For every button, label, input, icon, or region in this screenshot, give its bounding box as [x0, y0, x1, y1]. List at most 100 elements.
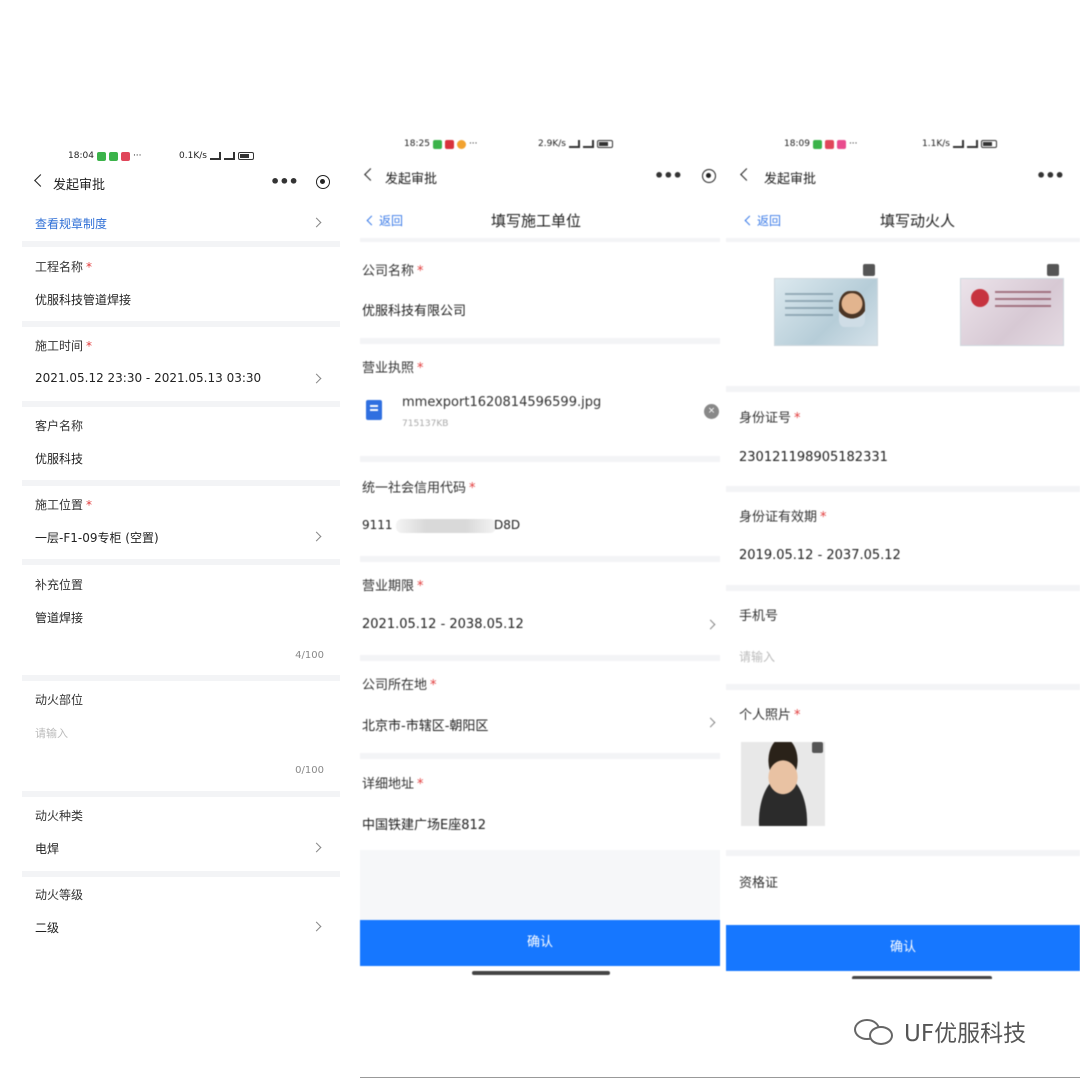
delete-image-icon[interactable]: [812, 742, 823, 753]
mini-program-capsule: •••: [654, 164, 716, 188]
fire-area-textarea[interactable]: 请输入: [35, 725, 68, 741]
sub-header: 返回 填写施工单位: [360, 200, 720, 240]
divider: [22, 480, 340, 486]
file-doc-icon: [366, 400, 382, 420]
card-text-lines: [995, 291, 1051, 309]
approval-form-screen: 18:04 ··· 0.1K/s 发起审批 ••• 查看规章制度 工程名称 * 优…: [22, 140, 340, 960]
business-term-value: 2021.05.12 - 2038.05.12: [362, 617, 524, 632]
rules-link-label: 查看规章制度: [35, 217, 108, 231]
more-notifications: ···: [132, 151, 142, 161]
divider: [22, 401, 340, 407]
field-label: 详细地址 *: [362, 777, 424, 792]
credit-code-prefix[interactable]: 9111: [362, 518, 393, 532]
personal-photo-image[interactable]: [741, 742, 825, 826]
close-miniprogram-icon[interactable]: [315, 175, 330, 189]
phone-input[interactable]: 请输入: [739, 648, 775, 665]
divider: [360, 238, 720, 242]
redacted-area: [396, 519, 496, 533]
card-text-lines: [785, 293, 833, 321]
chevron-right-icon: [311, 531, 322, 542]
customer-name-value[interactable]: 优服科技: [35, 450, 83, 467]
chevron-right-icon: [311, 217, 322, 228]
network-speed: 1.1K/s: [922, 139, 950, 149]
network-speed: 2.9K/s: [538, 139, 566, 149]
nav-title: 发起审批: [385, 172, 438, 187]
back-icon[interactable]: [740, 168, 753, 181]
chevron-right-icon: [311, 373, 322, 384]
delete-image-icon[interactable]: [1047, 264, 1059, 276]
fire-operator-screen: 18:09 ··· 1.1K/s 发起审批 ••• 返回 填写动火人 身份证号 …: [726, 128, 1080, 979]
signal-icon: [952, 140, 964, 148]
signal-icon: [209, 152, 221, 160]
divider: [726, 684, 1080, 690]
char-counter: 0/100: [295, 765, 324, 776]
detail-address-value[interactable]: 中国铁建广场E座812: [362, 814, 486, 833]
back-icon[interactable]: [34, 174, 47, 187]
field-label: 补充位置: [35, 578, 84, 592]
confirm-button[interactable]: 确认: [726, 925, 1080, 971]
wechat-icon: [852, 1015, 896, 1047]
status-time: 18:25: [404, 139, 430, 149]
mini-program-capsule: •••: [270, 170, 330, 194]
status-time: 18:04: [68, 151, 94, 161]
nav-bar: 发起审批 •••: [360, 164, 720, 188]
divider: [360, 338, 720, 344]
card-portrait: [839, 291, 865, 327]
national-emblem: [971, 289, 989, 307]
construction-location-value: 一层-F1-09专柜 (空置): [35, 531, 159, 545]
status-bar: 18:25 ··· 2.9K/s: [360, 128, 720, 158]
page-title: 填写施工单位: [491, 212, 582, 230]
signal-icon: [966, 140, 978, 148]
id-number-value[interactable]: 230121198905182331: [739, 450, 888, 465]
wechat-notification-icon: [108, 151, 118, 161]
field-label: 客户名称: [35, 419, 84, 433]
divider: [360, 753, 720, 759]
construction-time-value: 2021.05.12 23:30 - 2021.05.13 03:30: [35, 371, 262, 385]
status-time: 18:09: [784, 139, 810, 149]
network-speed: 0.1K/s: [179, 151, 207, 161]
field-label: 公司所在地 *: [362, 678, 437, 693]
extra-location-textarea[interactable]: 管道焊接: [35, 609, 83, 626]
field-label: 营业执照 *: [362, 361, 424, 376]
battery-icon: [980, 140, 997, 148]
field-label: 公司名称 *: [362, 264, 424, 279]
more-icon[interactable]: •••: [1036, 168, 1065, 184]
company-name-value[interactable]: 优服科技有限公司: [362, 300, 466, 319]
divider: [22, 871, 340, 877]
credit-code-suffix: D8D: [494, 518, 521, 532]
fire-level-value: 二级: [35, 921, 60, 935]
id-card-back-image[interactable]: [960, 278, 1064, 346]
field-label: 个人照片 *: [739, 708, 801, 723]
divider: [360, 655, 720, 661]
remove-file-icon[interactable]: ×: [704, 404, 719, 419]
delete-image-icon[interactable]: [863, 264, 875, 276]
project-name-value[interactable]: 优服科技管道焊接: [35, 291, 131, 308]
id-validity-value: 2019.05.12 - 2037.05.12: [739, 548, 901, 563]
app-notification-icon: [456, 139, 466, 149]
status-bar: 18:09 ··· 1.1K/s: [726, 128, 1080, 158]
nav-title: 发起审批: [53, 178, 106, 193]
app-notification-icon: [444, 139, 454, 149]
battery-icon: [596, 140, 613, 148]
wechat-notification-icon: [812, 139, 822, 149]
back-link[interactable]: 返回: [744, 212, 781, 229]
close-miniprogram-icon[interactable]: [701, 169, 716, 183]
field-label: 施工位置 *: [35, 498, 93, 512]
more-icon[interactable]: •••: [654, 168, 683, 184]
confirm-button[interactable]: 确认: [360, 920, 720, 966]
back-link[interactable]: 返回: [366, 212, 403, 229]
field-label: 资格证: [739, 876, 779, 891]
id-card-front-image[interactable]: [774, 278, 878, 346]
spacer: [360, 850, 720, 920]
field-label: 营业期限 *: [362, 579, 424, 594]
chevron-right-icon: [311, 842, 322, 853]
more-icon[interactable]: •••: [270, 174, 299, 190]
back-icon[interactable]: [364, 168, 377, 181]
divider: [22, 791, 340, 797]
mail-notification-icon: [120, 151, 130, 161]
signal-icon: [223, 152, 235, 160]
chevron-right-icon: [705, 619, 716, 630]
divider: [22, 241, 340, 247]
field-label: 统一社会信用代码 *: [362, 481, 476, 496]
fire-type-value: 电焊: [35, 842, 60, 856]
